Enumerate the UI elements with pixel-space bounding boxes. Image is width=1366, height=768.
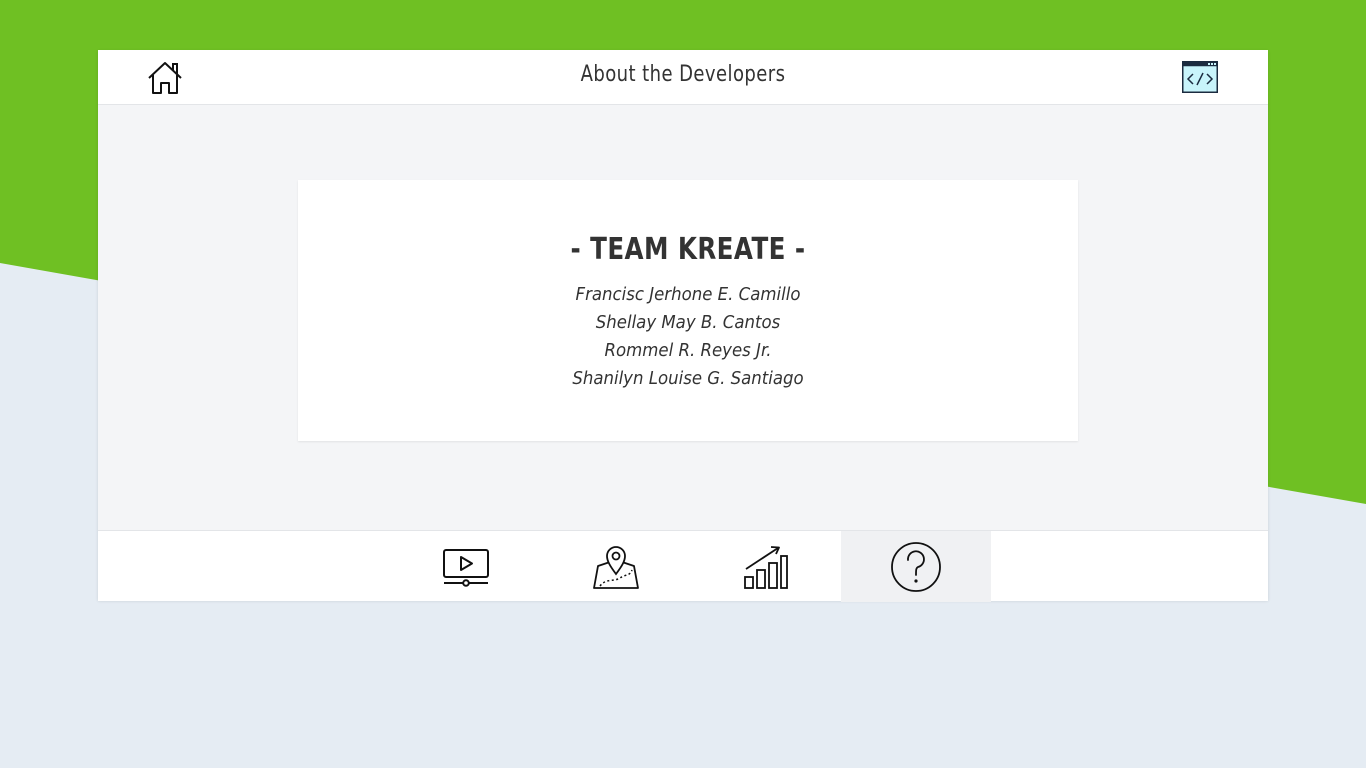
team-name: - TEAM KREATE - <box>570 232 806 267</box>
app-window: About the Developers - TEAM KREATE - Fra… <box>98 50 1268 602</box>
home-button[interactable] <box>146 60 184 96</box>
header-bar: About the Developers <box>98 50 1268 105</box>
member-list: Francisc Jerhone E. Camillo Shellay May … <box>298 281 1078 393</box>
member-name: Rommel R. Reyes Jr. <box>604 340 772 361</box>
map-location-icon <box>593 545 639 589</box>
developer-code-button[interactable] <box>1182 61 1218 93</box>
page-title: About the Developers <box>580 62 786 87</box>
nav-help-button[interactable] <box>841 531 991 602</box>
nav-map-button[interactable] <box>541 531 691 602</box>
bottom-nav <box>98 530 1268 602</box>
help-question-icon <box>891 541 941 592</box>
code-window-icon <box>1182 61 1218 93</box>
developers-card: - TEAM KREATE - Francisc Jerhone E. Cami… <box>298 180 1078 441</box>
home-icon <box>148 62 182 94</box>
member-name: Shanilyn Louise G. Santiago <box>572 368 804 389</box>
member-name: Francisc Jerhone E. Camillo <box>575 284 801 305</box>
nav-videos-button[interactable] <box>391 531 541 602</box>
member-name: Shellay May B. Cantos <box>595 312 781 333</box>
video-player-icon <box>443 548 489 587</box>
nav-statistics-button[interactable] <box>691 531 841 602</box>
growth-chart-icon <box>744 545 788 589</box>
